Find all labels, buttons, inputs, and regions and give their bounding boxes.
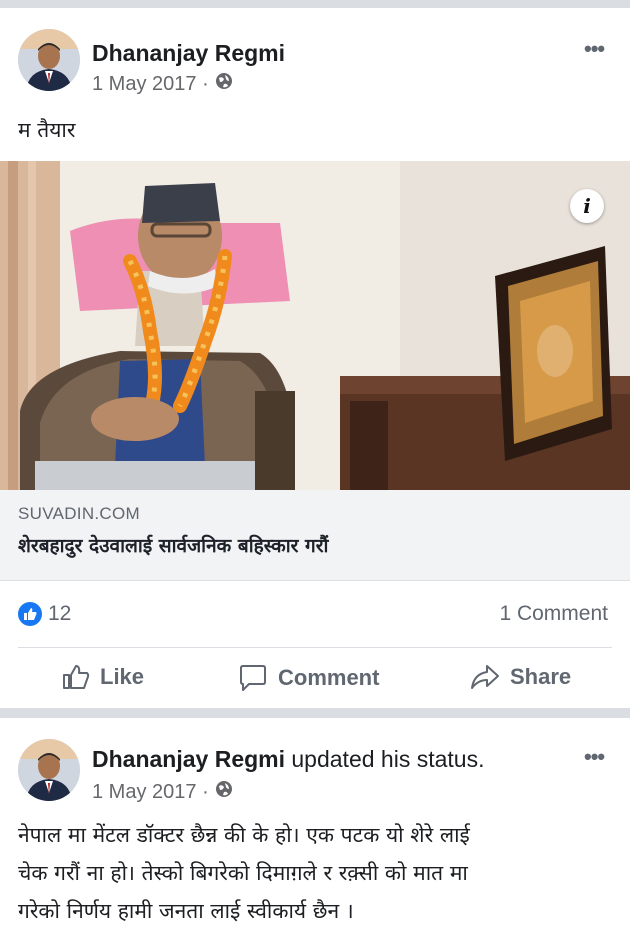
more-options-icon[interactable]: ••• <box>584 744 605 770</box>
post-card: Dhananjay Regmi 1 May 2017 · ••• म तैयार <box>0 8 630 708</box>
post-date[interactable]: 1 May 2017 · <box>92 72 233 96</box>
author-name[interactable]: Dhananjay Regmi <box>92 746 285 772</box>
thumbs-up-icon <box>63 665 90 689</box>
reaction-summary[interactable]: 12 <box>18 602 71 626</box>
link-title: शेरबहादुर देउवालाई सार्वजनिक बहिस्कार गर… <box>18 535 329 557</box>
like-reaction-icon <box>18 602 42 626</box>
comment-icon <box>240 665 266 691</box>
link-preview[interactable]: SUVADIN.COM शेरबहादुर देउवालाई सार्वजनिक… <box>0 490 630 581</box>
globe-icon <box>215 780 233 804</box>
share-icon <box>471 665 499 689</box>
author-line: Dhananjay Regmi updated his status. <box>92 746 484 773</box>
post-date-text: 1 May 2017 · <box>92 780 209 803</box>
post-text-line: गरेको निर्णय हामी जनता लाई स्वीकार्य छैन… <box>18 899 354 923</box>
like-label: Like <box>100 664 145 689</box>
post-text-line: चेक गरौं ना हो। तेस्को बिगरेको दिमाग़ले … <box>18 861 468 885</box>
author-avatar[interactable] <box>18 739 80 801</box>
feed-separator <box>0 0 630 8</box>
like-count: 12 <box>48 602 72 625</box>
divider <box>18 647 612 648</box>
comment-label: Comment <box>278 665 380 690</box>
comment-count[interactable]: 1 Comment <box>499 602 608 626</box>
author-avatar[interactable] <box>18 29 80 91</box>
more-options-icon[interactable]: ••• <box>584 36 605 62</box>
post-date[interactable]: 1 May 2017 · <box>92 780 233 804</box>
post-text-line: नेपाल मा मेंटल डॉक्टर छैन्न की के हो। एक… <box>18 823 470 847</box>
post-text: म तैयार <box>18 118 76 142</box>
comment-button[interactable]: Comment <box>238 664 379 692</box>
share-label: Share <box>510 664 572 689</box>
share-button[interactable]: Share <box>470 664 571 690</box>
like-button[interactable]: Like <box>62 664 144 690</box>
link-preview-image[interactable] <box>0 161 630 490</box>
link-domain: SUVADIN.COM <box>18 504 140 523</box>
globe-icon <box>215 72 233 96</box>
post-text: नेपाल मा मेंटल डॉक्टर छैन्न की के हो। एक… <box>18 816 470 930</box>
info-icon[interactable]: i <box>570 189 604 223</box>
status-update-text: updated his status. <box>285 746 485 772</box>
author-name[interactable]: Dhananjay Regmi <box>92 40 285 67</box>
post-card: Dhananjay Regmi updated his status. 1 Ma… <box>0 718 630 938</box>
post-date-text: 1 May 2017 · <box>92 72 209 95</box>
